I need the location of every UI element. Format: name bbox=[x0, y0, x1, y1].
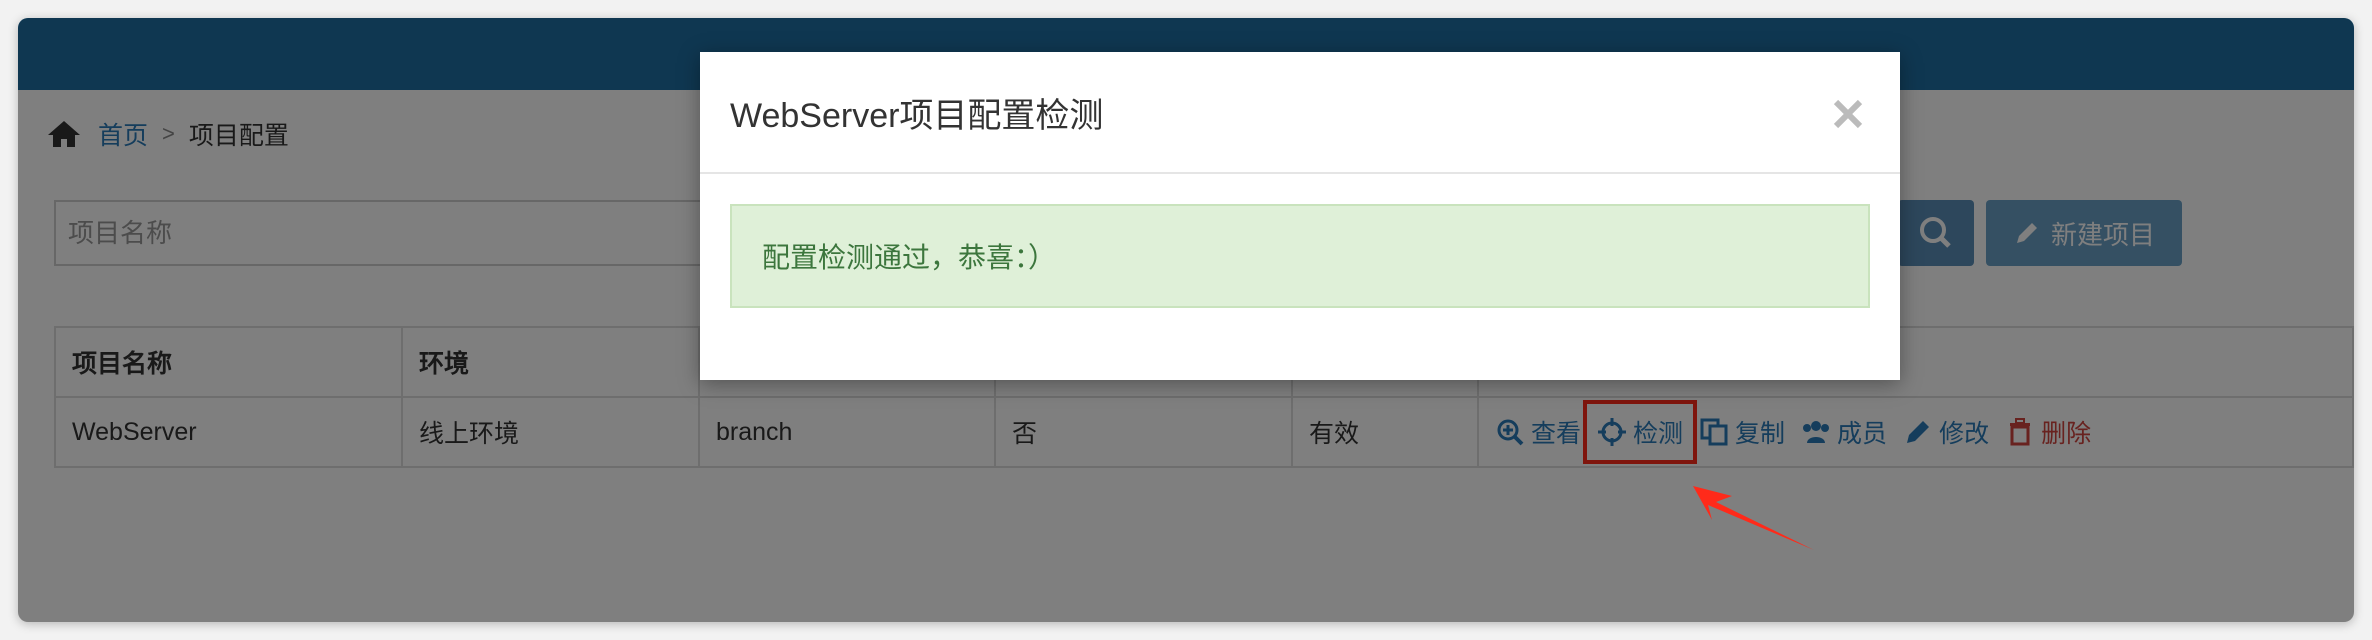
close-icon[interactable] bbox=[1830, 96, 1866, 132]
modal-header: WebServer项目配置检测 bbox=[700, 52, 1900, 174]
modal-title: WebServer项目配置检测 bbox=[730, 97, 1104, 135]
check-result-modal: WebServer项目配置检测 配置检测通过，恭喜：） bbox=[700, 52, 1900, 380]
success-alert: 配置检测通过，恭喜：） bbox=[730, 204, 1870, 308]
